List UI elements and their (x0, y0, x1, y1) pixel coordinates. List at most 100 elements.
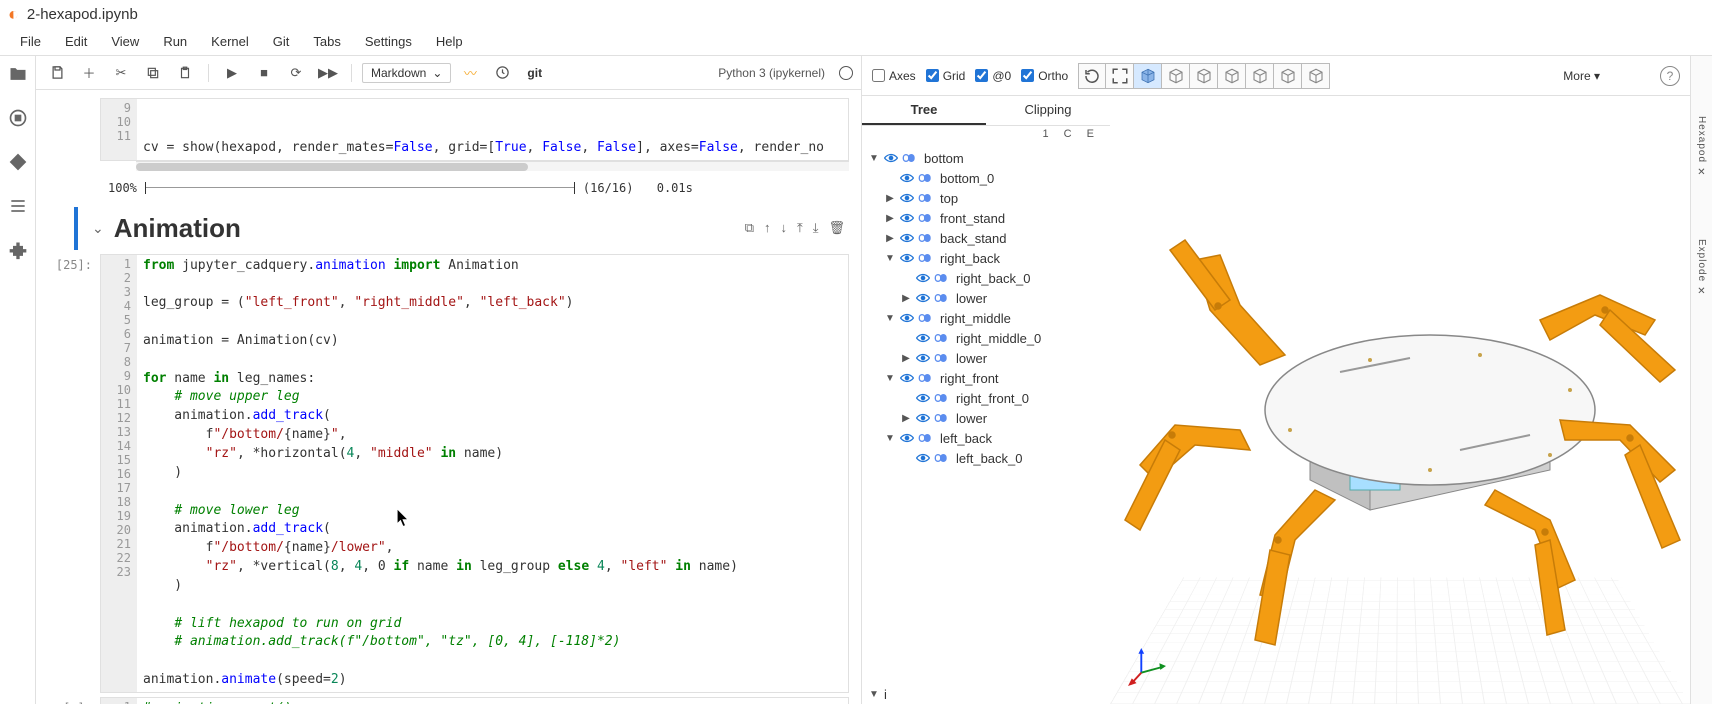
markdown-cell[interactable]: ⌄ Animation ⧉ ↑ ↓ ⤒ ⤓ 🗑 (36, 207, 861, 250)
git-icon[interactable] (8, 152, 28, 172)
menu-tabs[interactable]: Tabs (301, 30, 352, 53)
code-cell[interactable]: [25]: 1234567891011121314151617181920212… (36, 254, 861, 693)
cell-type-select[interactable]: Markdown⌄ (362, 63, 451, 83)
left-view-button[interactable] (1274, 63, 1302, 89)
tree-node[interactable]: ▶lower (862, 288, 1110, 308)
move-up-icon[interactable]: ↑ (764, 220, 771, 236)
tree-node[interactable]: ▶lower (862, 408, 1110, 428)
tree-node[interactable]: ▶front_stand (862, 208, 1110, 228)
toc-icon[interactable] (8, 196, 28, 216)
ortho-checkbox[interactable]: Ortho (1021, 69, 1068, 83)
expand-toggle[interactable]: ▶ (884, 233, 896, 244)
rtab-explode[interactable]: Explode ✕ (1696, 239, 1707, 298)
extension-icon[interactable] (8, 240, 28, 260)
bottom-view-button[interactable] (1246, 63, 1274, 89)
expand-toggle[interactable] (900, 393, 912, 404)
menu-help[interactable]: Help (424, 30, 475, 53)
expand-toggle[interactable] (884, 173, 896, 184)
fit-view-button[interactable] (1106, 63, 1134, 89)
move-down-icon[interactable]: ↓ (780, 220, 787, 236)
insert-below-icon[interactable]: ⤓ (813, 220, 819, 236)
iso-view-button[interactable] (1134, 63, 1162, 89)
expand-toggle[interactable]: ▶ (884, 193, 896, 204)
tree-node[interactable]: ▼right_back (862, 248, 1110, 268)
tab-tree[interactable]: Tree (862, 96, 986, 125)
tree-node[interactable]: ▼right_middle (862, 308, 1110, 328)
expand-toggle[interactable] (900, 453, 912, 464)
info-row[interactable]: ▼ i (862, 684, 1110, 704)
expand-toggle[interactable]: ▼ (868, 153, 880, 164)
run-button[interactable]: ▶ (219, 60, 245, 86)
format-icon[interactable]: 〰 (457, 60, 483, 86)
grid-checkbox[interactable]: Grid (926, 69, 966, 83)
stop-button[interactable]: ■ (251, 60, 277, 86)
tab-clipping[interactable]: Clipping (986, 96, 1110, 125)
hexapod-model[interactable] (1110, 96, 1690, 704)
at-zero-checkbox[interactable]: @0 (975, 69, 1011, 83)
clock-icon[interactable] (489, 60, 515, 86)
tree-node[interactable]: ▼right_front (862, 368, 1110, 388)
code-editor[interactable]: cv = show(hexapod, render_mates=False, g… (137, 99, 848, 160)
right-view-button[interactable] (1302, 63, 1330, 89)
code-editor[interactable]: from jupyter_cadquery.animation import A… (137, 255, 848, 692)
duplicate-icon[interactable]: ⧉ (745, 220, 754, 236)
tree-node[interactable]: bottom_0 (862, 168, 1110, 188)
delete-cell-icon[interactable]: 🗑 (828, 220, 845, 236)
tree-columns-header: 1 C E (862, 126, 1110, 146)
insert-above-icon[interactable]: ⤒ (797, 220, 803, 236)
run-all-button[interactable]: ▶▶ (315, 60, 341, 86)
tree-node[interactable]: ▶lower (862, 348, 1110, 368)
restart-button[interactable]: ⟳ (283, 60, 309, 86)
menu-view[interactable]: View (99, 30, 151, 53)
code-cell[interactable]: [ ]: 12 # animation.reset() (36, 697, 861, 704)
code-editor[interactable]: # animation.reset() (137, 698, 848, 704)
kernel-name[interactable]: Python 3 (ipykernel) (718, 66, 825, 80)
tree-node[interactable]: right_middle_0 (862, 328, 1110, 348)
cut-button[interactable]: ✂ (108, 60, 134, 86)
kernel-status-icon[interactable] (839, 66, 853, 80)
expand-toggle[interactable]: ▶ (884, 213, 896, 224)
expand-toggle[interactable]: ▼ (884, 253, 896, 264)
cad-viewport[interactable] (1110, 96, 1690, 704)
collapse-toggle[interactable]: ⌄ (92, 220, 104, 237)
expand-toggle[interactable]: ▼ (884, 313, 896, 324)
expand-toggle[interactable] (900, 333, 912, 344)
expand-toggle[interactable]: ▶ (900, 353, 912, 364)
menu-file[interactable]: File (8, 30, 53, 53)
expand-toggle[interactable]: ▼ (884, 373, 896, 384)
tree-node[interactable]: ▼left_back (862, 428, 1110, 448)
tree-node[interactable]: left_back_0 (862, 448, 1110, 468)
help-icon[interactable]: ? (1660, 66, 1680, 86)
reset-view-button[interactable] (1078, 63, 1106, 89)
expand-toggle[interactable]: ▼ (884, 433, 896, 444)
code-cell[interactable]: 91011 cv = show(hexapod, render_mates=Fa… (36, 98, 861, 173)
expand-toggle[interactable]: ▶ (900, 293, 912, 304)
menu-run[interactable]: Run (151, 30, 199, 53)
menu-settings[interactable]: Settings (353, 30, 424, 53)
paste-button[interactable] (172, 60, 198, 86)
tree-node[interactable]: ▼bottom (862, 148, 1110, 168)
top-view-button[interactable] (1218, 63, 1246, 89)
expand-toggle[interactable] (900, 273, 912, 284)
horizontal-scrollbar[interactable] (136, 161, 849, 171)
tree-node[interactable]: ▶back_stand (862, 228, 1110, 248)
notebook-scroll[interactable]: 91011 cv = show(hexapod, render_mates=Fa… (36, 90, 861, 704)
expand-toggle[interactable]: ▶ (900, 413, 912, 424)
menu-edit[interactable]: Edit (53, 30, 99, 53)
tree-node[interactable]: right_back_0 (862, 268, 1110, 288)
copy-button[interactable] (140, 60, 166, 86)
running-icon[interactable] (8, 108, 28, 128)
back-view-button[interactable] (1190, 63, 1218, 89)
folder-icon[interactable] (8, 64, 28, 84)
menu-git[interactable]: Git (261, 30, 302, 53)
save-button[interactable] (44, 60, 70, 86)
axes-checkbox[interactable]: Axes (872, 69, 916, 83)
tree-list[interactable]: ▼bottom bottom_0▶top▶front_stand▶back_st… (862, 146, 1110, 684)
tree-node[interactable]: right_front_0 (862, 388, 1110, 408)
tree-node[interactable]: ▶top (862, 188, 1110, 208)
more-dropdown[interactable]: More ▾ (1563, 69, 1600, 83)
menu-kernel[interactable]: Kernel (199, 30, 261, 53)
rtab-hexapod[interactable]: Hexapod ✕ (1696, 116, 1707, 179)
add-cell-button[interactable]: ＋ (76, 60, 102, 86)
front-view-button[interactable] (1162, 63, 1190, 89)
